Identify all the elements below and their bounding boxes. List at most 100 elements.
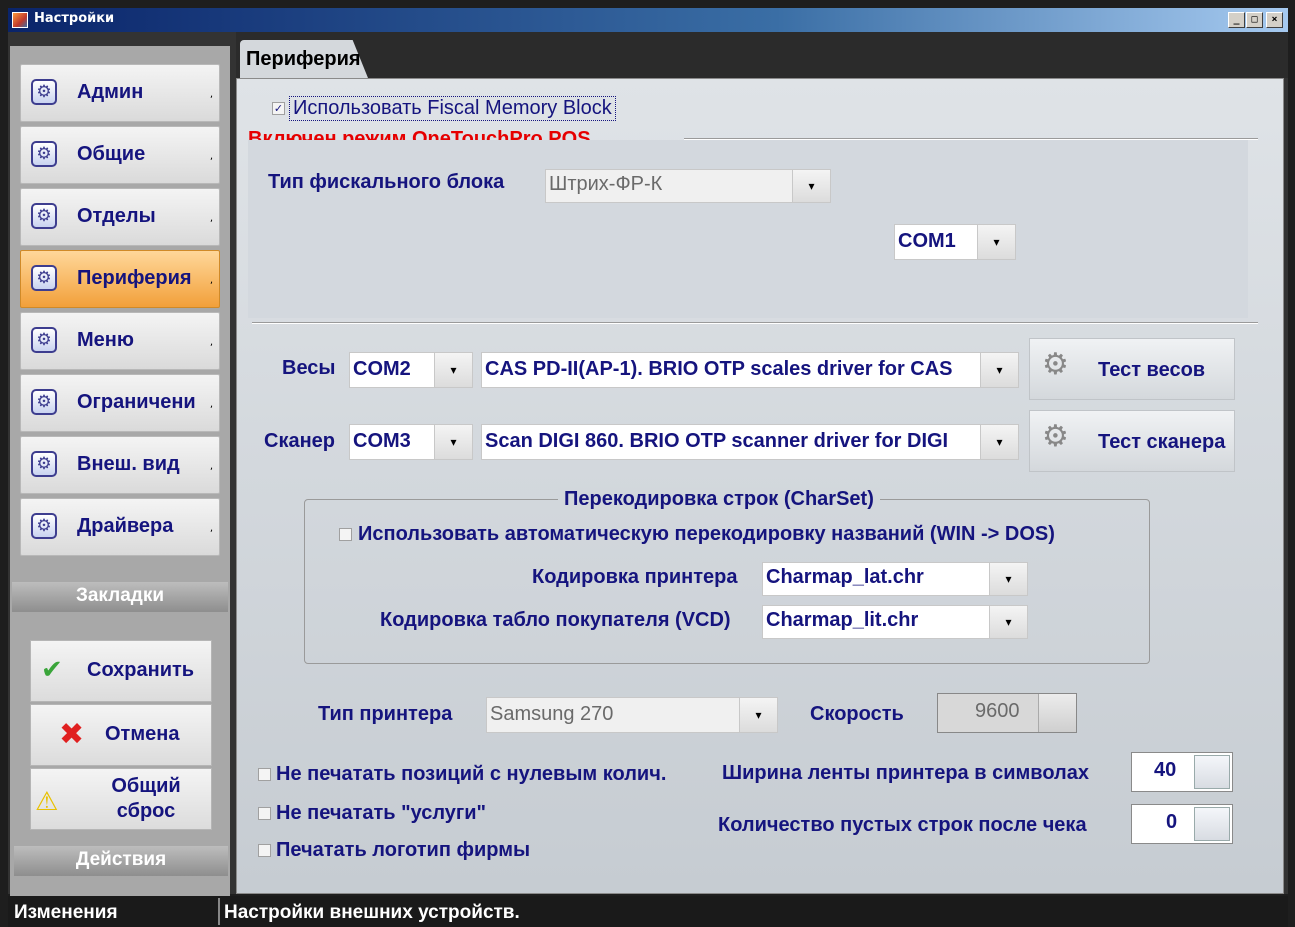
services-checkbox[interactable]	[258, 807, 271, 820]
fiscal-port-value: COM1	[898, 230, 956, 252]
nav-item-label: Отделы	[77, 205, 156, 227]
scanner-driver-select[interactable]: Scan DIGI 860. BRIO OTP scanner driver f…	[481, 424, 1019, 460]
title-bar[interactable]: Настройки _ □ ×	[8, 8, 1288, 32]
submenu-arrow-icon: ,	[209, 461, 213, 472]
save-button[interactable]: ✔ Сохранить	[30, 640, 212, 702]
zero-qty-label: Не печатать позиций с нулевым колич.	[276, 763, 667, 785]
tape-width-spinner[interactable]: 40	[1131, 752, 1233, 792]
close-button[interactable]: ×	[1266, 12, 1283, 28]
dropdown-arrow-icon[interactable]: ▾	[989, 563, 1027, 595]
dropdown-arrow-icon[interactable]: ▾	[980, 425, 1018, 459]
fiscal-type-label: Тип фискального блока	[268, 171, 505, 193]
dropdown-arrow-icon[interactable]: ▾	[792, 170, 830, 202]
gears-icon: ⚙	[1042, 419, 1069, 454]
scanner-port-select[interactable]: COM3 ▾	[349, 424, 473, 460]
scales-port-value: COM2	[353, 358, 411, 380]
services-label: Не печатать "услуги"	[276, 802, 487, 824]
status-message: Настройки внешних устройств.	[224, 902, 520, 923]
zero-qty-checkbox[interactable]	[258, 768, 271, 781]
printer-charmap-select[interactable]: Charmap_lat.chr ▾	[762, 562, 1028, 596]
status-changes: Изменения	[14, 902, 118, 923]
auto-recode-checkbox[interactable]	[339, 528, 352, 541]
use-fmb-label[interactable]: Использовать Fiscal Memory Block	[289, 96, 616, 121]
vcd-charmap-select[interactable]: Charmap_lit.chr ▾	[762, 605, 1028, 639]
gear-icon: ⚙	[31, 327, 57, 353]
checkmark-icon: ✔	[41, 655, 63, 685]
speed-field[interactable]: 9600	[937, 693, 1077, 733]
submenu-arrow-icon: ,	[209, 151, 213, 162]
gears-icon: ⚙	[1042, 347, 1069, 382]
gear-icon: ⚙	[31, 389, 57, 415]
cancel-button[interactable]: ✖ Отмена	[30, 704, 212, 766]
blank-lines-value: 0	[1166, 811, 1178, 833]
nav-item-label: Ограничени	[77, 391, 196, 413]
submenu-arrow-icon: ,	[209, 275, 213, 286]
warning-icon: ⚠	[35, 787, 59, 817]
scales-label: Весы	[282, 357, 336, 379]
close-icon: ✖	[59, 717, 85, 752]
printer-charmap-label: Кодировка принтера	[532, 566, 738, 588]
speed-value: 9600	[975, 700, 1020, 722]
nav-item-drivers[interactable]: ⚙ Драйвера ,	[20, 498, 220, 556]
bookmarks-section-header: Закладки	[12, 582, 228, 612]
printer-type-select[interactable]: Samsung 270 ▾	[486, 697, 778, 733]
submenu-arrow-icon: ,	[209, 337, 213, 348]
nav-item-label: Периферия	[77, 267, 192, 289]
gear-icon: ⚙	[31, 265, 57, 291]
nav-item-admin[interactable]: ⚙ Админ ,	[20, 64, 220, 122]
nav-item-menu[interactable]: ⚙ Меню ,	[20, 312, 220, 370]
gear-icon: ⚙	[31, 79, 57, 105]
nav-item-label: Внеш. вид	[77, 453, 180, 475]
scales-port-select[interactable]: COM2 ▾	[349, 352, 473, 388]
logo-label: Печатать логотип фирмы	[276, 839, 531, 861]
nav-item-general[interactable]: ⚙ Общие ,	[20, 126, 220, 184]
fiscal-type-select[interactable]: Штрих-ФР-К ▾	[545, 169, 831, 203]
scales-driver-value: CAS PD-II(AP-1). BRIO OTP scales driver …	[485, 358, 953, 380]
status-bar	[8, 896, 1288, 927]
reset-button[interactable]: ⚠ Общий сброс	[30, 768, 212, 830]
auto-recode-label: Использовать автоматическую перекодировк…	[358, 523, 1055, 545]
dropdown-arrow-icon[interactable]: ▾	[434, 425, 472, 459]
scanner-label: Сканер	[264, 430, 335, 452]
actions-section-header: Действия	[14, 846, 228, 876]
speed-label: Скорость	[810, 703, 904, 725]
submenu-arrow-icon: ,	[209, 399, 213, 410]
gear-icon: ⚙	[31, 203, 57, 229]
blank-lines-spinner[interactable]: 0	[1131, 804, 1233, 844]
scales-driver-select[interactable]: CAS PD-II(AP-1). BRIO OTP scales driver …	[481, 352, 1019, 388]
speed-button[interactable]	[1038, 694, 1076, 732]
calculator-icon[interactable]	[1194, 755, 1230, 789]
fiscal-group	[248, 140, 1248, 318]
vcd-charmap-label: Кодировка табло покупателя (VCD)	[380, 609, 731, 631]
tab-strip	[236, 32, 1288, 78]
test-scanner-button[interactable]: ⚙ Тест сканера	[1029, 410, 1235, 472]
app-icon	[12, 12, 28, 28]
calculator-icon[interactable]	[1194, 807, 1230, 841]
window-title: Настройки	[34, 11, 115, 26]
dropdown-arrow-icon[interactable]: ▾	[977, 225, 1015, 259]
maximize-button[interactable]: □	[1246, 12, 1263, 28]
nav-item-restrictions[interactable]: ⚙ Ограничени ,	[20, 374, 220, 432]
nav-item-label: Админ	[77, 81, 144, 103]
vcd-charmap-value: Charmap_lit.chr	[766, 609, 919, 631]
printer-type-value: Samsung 270	[490, 703, 614, 725]
nav-item-departments[interactable]: ⚙ Отделы ,	[20, 188, 220, 246]
logo-checkbox[interactable]	[258, 844, 271, 857]
printer-charmap-value: Charmap_lat.chr	[766, 566, 924, 588]
test-scales-label: Тест весов	[1098, 359, 1206, 381]
use-fmb-checkbox[interactable]: ✓	[272, 102, 285, 115]
nav-item-appearance[interactable]: ⚙ Внеш. вид ,	[20, 436, 220, 494]
test-scanner-label: Тест сканера	[1098, 431, 1226, 453]
minimize-button[interactable]: _	[1228, 12, 1245, 28]
nav-item-peripherals[interactable]: ⚙ Периферия ,	[20, 250, 220, 308]
blank-lines-label: Количество пустых строк после чека	[718, 814, 1087, 836]
test-scales-button[interactable]: ⚙ Тест весов	[1029, 338, 1235, 400]
save-button-label: Сохранить	[87, 659, 195, 681]
tape-width-label: Ширина ленты принтера в символах	[722, 762, 1089, 784]
dropdown-arrow-icon[interactable]: ▾	[989, 606, 1027, 638]
fiscal-port-select[interactable]: COM1 ▾	[894, 224, 1016, 260]
dropdown-arrow-icon[interactable]: ▾	[434, 353, 472, 387]
dropdown-arrow-icon[interactable]: ▾	[980, 353, 1018, 387]
fiscal-type-value: Штрих-ФР-К	[549, 173, 663, 195]
dropdown-arrow-icon[interactable]: ▾	[739, 698, 777, 732]
